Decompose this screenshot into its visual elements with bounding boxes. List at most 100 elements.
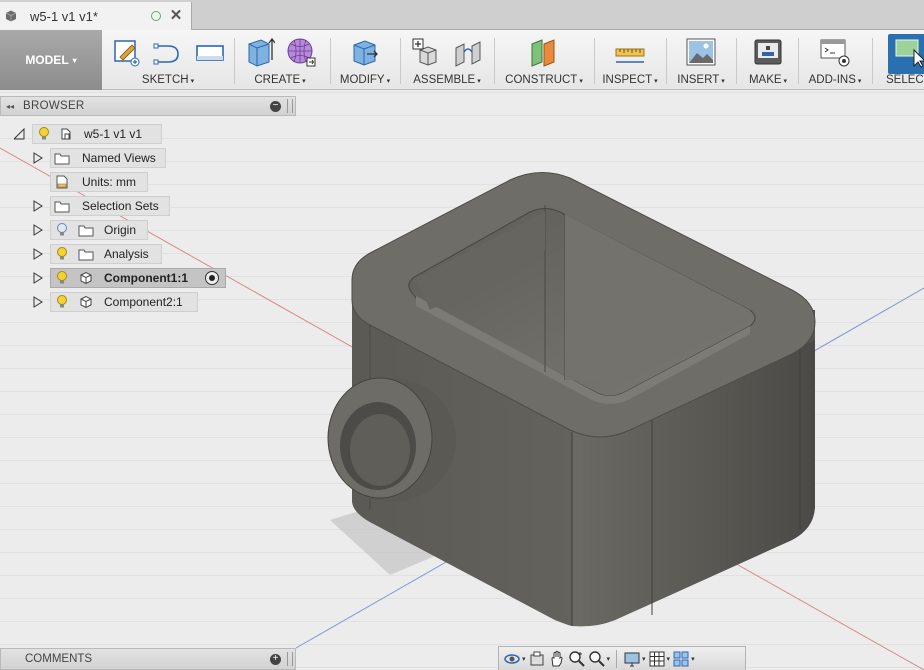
- browser-node-chip[interactable]: Named Views: [50, 148, 166, 168]
- collapsed-triangle-icon[interactable]: [32, 223, 44, 237]
- document-title: w5-1 v1 v1*: [30, 8, 98, 24]
- browser-title: BROWSER: [23, 100, 85, 112]
- collapsed-triangle-icon[interactable]: [32, 271, 44, 285]
- browser-node-analysis[interactable]: Analysis: [0, 244, 296, 264]
- activate-component-radio[interactable]: [205, 271, 219, 285]
- toolbar-group-addins[interactable]: ADD-INS ▾: [802, 30, 868, 90]
- lightbulb-on-icon[interactable]: [54, 294, 70, 310]
- browser-node-label: Origin: [104, 223, 137, 237]
- toolbar-group-label: INSPECT: [602, 74, 653, 86]
- browser-node-chip[interactable]: Units: mm: [50, 172, 148, 192]
- chevron-down-icon: ▾: [190, 78, 195, 85]
- lightbulb-on-icon[interactable]: [36, 126, 52, 142]
- toolbar-group-sketch[interactable]: SKETCH ▾: [106, 30, 230, 90]
- workspace-switcher[interactable]: MODEL ▾: [0, 30, 102, 90]
- new-component-icon[interactable]: [410, 36, 442, 68]
- insert-image-icon[interactable]: [685, 36, 717, 68]
- lightbulb-on-icon[interactable]: [54, 270, 70, 286]
- collapse-panel-icon[interactable]: ◂◂: [1, 102, 19, 111]
- toolbar-group-label: SELECT: [886, 74, 924, 86]
- toolbar-group-label: INSERT: [677, 74, 720, 86]
- canvas-viewport[interactable]: ◂◂ BROWSER − w5-1 v1 v1 Named Views Unit…: [0, 91, 924, 670]
- resize-grip[interactable]: [287, 652, 293, 666]
- look-at-icon[interactable]: [528, 649, 546, 669]
- collapsed-triangle-icon[interactable]: [32, 247, 44, 261]
- browser-node-chip[interactable]: w5-1 v1 v1: [32, 124, 162, 144]
- circle-status-icon: [151, 11, 161, 21]
- folder-icon: [78, 222, 94, 238]
- toolbar-group-create[interactable]: CREATE ▾: [238, 30, 322, 90]
- toolbar-group-insert[interactable]: INSERT ▾: [670, 30, 732, 90]
- chevron-down-icon: ▾: [477, 78, 481, 85]
- navigation-bar: ▾ ▾ ▾ ▾ ▾: [498, 646, 746, 670]
- freeform-sphere-icon[interactable]: [285, 36, 317, 68]
- chevron-down-icon: ▾: [579, 78, 583, 85]
- browser-node-origin[interactable]: Origin: [0, 220, 296, 240]
- viewports-icon[interactable]: ▾: [672, 649, 695, 669]
- units-icon: [54, 174, 70, 190]
- collapsed-triangle-icon[interactable]: [32, 199, 44, 213]
- joint-icon[interactable]: [452, 36, 484, 68]
- browser-node-label: Named Views: [82, 151, 156, 165]
- arc-line-icon[interactable]: [152, 36, 184, 68]
- chevron-down-icon: ▾: [386, 78, 391, 85]
- grid-icon[interactable]: ▾: [648, 649, 670, 669]
- toolbar-group-assemble[interactable]: ASSEMBLE ▾: [404, 30, 490, 90]
- toolbar-group-inspect[interactable]: INSPECT ▾: [598, 30, 662, 90]
- create-sketch-icon[interactable]: [110, 36, 142, 68]
- toolbar-divider: [234, 38, 235, 84]
- browser-header[interactable]: ◂◂ BROWSER −: [0, 96, 296, 116]
- browser-node-label: w5-1 v1 v1: [84, 127, 143, 141]
- lightbulb-on-icon[interactable]: [54, 246, 70, 262]
- zoom-icon[interactable]: [568, 649, 586, 669]
- navbar-divider: [616, 649, 618, 668]
- browser-node-named-views[interactable]: Named Views: [0, 148, 296, 168]
- toolbar-group-select[interactable]: SELECT: [876, 30, 924, 90]
- browser-node-component1[interactable]: Component1:1: [0, 268, 296, 288]
- collapsed-triangle-icon[interactable]: [32, 151, 44, 165]
- 3d-print-icon[interactable]: [752, 36, 784, 68]
- browser-node-label: Analysis: [104, 247, 149, 261]
- chevron-down-icon: ▾: [72, 55, 77, 65]
- browser-node-units[interactable]: Units: mm: [0, 172, 296, 192]
- chevron-down-icon: ▾: [721, 78, 725, 85]
- toolbar-group-label: CONSTRUCT: [505, 74, 578, 86]
- toolbar-group-construct[interactable]: CONSTRUCT ▾: [498, 30, 590, 90]
- minimize-icon[interactable]: −: [270, 100, 281, 112]
- document-tab[interactable]: w5-1 v1 v1* ✕: [0, 2, 192, 30]
- toolbar-group-modify[interactable]: MODIFY ▾: [334, 30, 396, 90]
- orbit-icon[interactable]: ▾: [503, 649, 526, 669]
- browser-node-component2[interactable]: Component2:1: [0, 292, 296, 312]
- document-tab-bar: w5-1 v1 v1* ✕: [0, 0, 924, 30]
- resize-grip[interactable]: [287, 99, 293, 113]
- toolbar-group-label: MODIFY: [339, 74, 385, 86]
- offset-plane-icon[interactable]: [528, 36, 560, 68]
- select-icon[interactable]: [894, 36, 924, 68]
- extrude-icon[interactable]: [243, 36, 276, 68]
- comments-panel[interactable]: COMMENTS +: [0, 648, 296, 670]
- lightbulb-off-icon[interactable]: [54, 222, 70, 238]
- zoom-window-icon[interactable]: ▾: [588, 649, 610, 669]
- expanded-triangle-icon[interactable]: [14, 127, 26, 141]
- pan-icon[interactable]: [548, 649, 566, 669]
- add-comment-icon[interactable]: +: [270, 653, 281, 665]
- display-settings-icon[interactable]: ▾: [623, 649, 646, 669]
- press-pull-icon[interactable]: [349, 36, 381, 68]
- browser-node-chip-selected[interactable]: Component1:1: [50, 268, 226, 288]
- browser-node-label: Selection Sets: [82, 199, 159, 213]
- folder-icon: [54, 150, 70, 166]
- toolbar-group-make[interactable]: MAKE ▾: [740, 30, 796, 90]
- close-icon[interactable]: ✕: [169, 8, 183, 23]
- browser-node-chip[interactable]: Origin: [50, 220, 148, 240]
- toolbar-divider: [594, 38, 595, 84]
- measure-icon[interactable]: [614, 36, 646, 68]
- browser-node-selection-sets[interactable]: Selection Sets: [0, 196, 296, 216]
- browser-node-chip[interactable]: Analysis: [50, 244, 162, 264]
- collapsed-triangle-icon[interactable]: [32, 295, 44, 309]
- browser-node-chip[interactable]: Selection Sets: [50, 196, 170, 216]
- scripts-addins-icon[interactable]: [819, 36, 851, 68]
- rectangle-icon[interactable]: [194, 36, 226, 68]
- browser-node-root[interactable]: w5-1 v1 v1: [0, 124, 296, 144]
- comments-title: COMMENTS: [25, 653, 93, 665]
- browser-node-chip[interactable]: Component2:1: [50, 292, 198, 312]
